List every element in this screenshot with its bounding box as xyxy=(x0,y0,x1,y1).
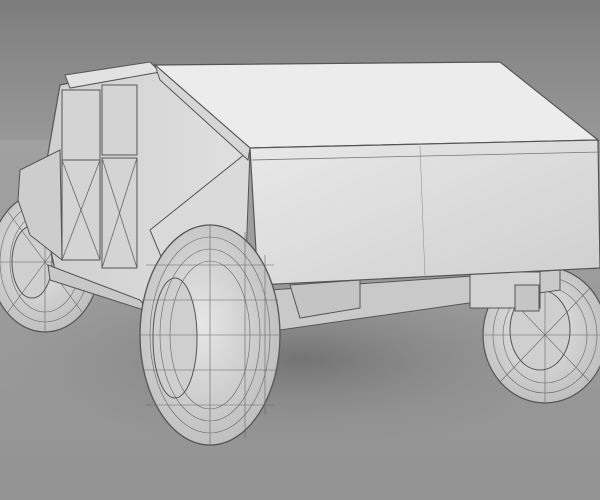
render-viewport xyxy=(0,0,600,500)
vehicle-render xyxy=(0,0,600,500)
rear-left-wheel xyxy=(139,224,281,446)
